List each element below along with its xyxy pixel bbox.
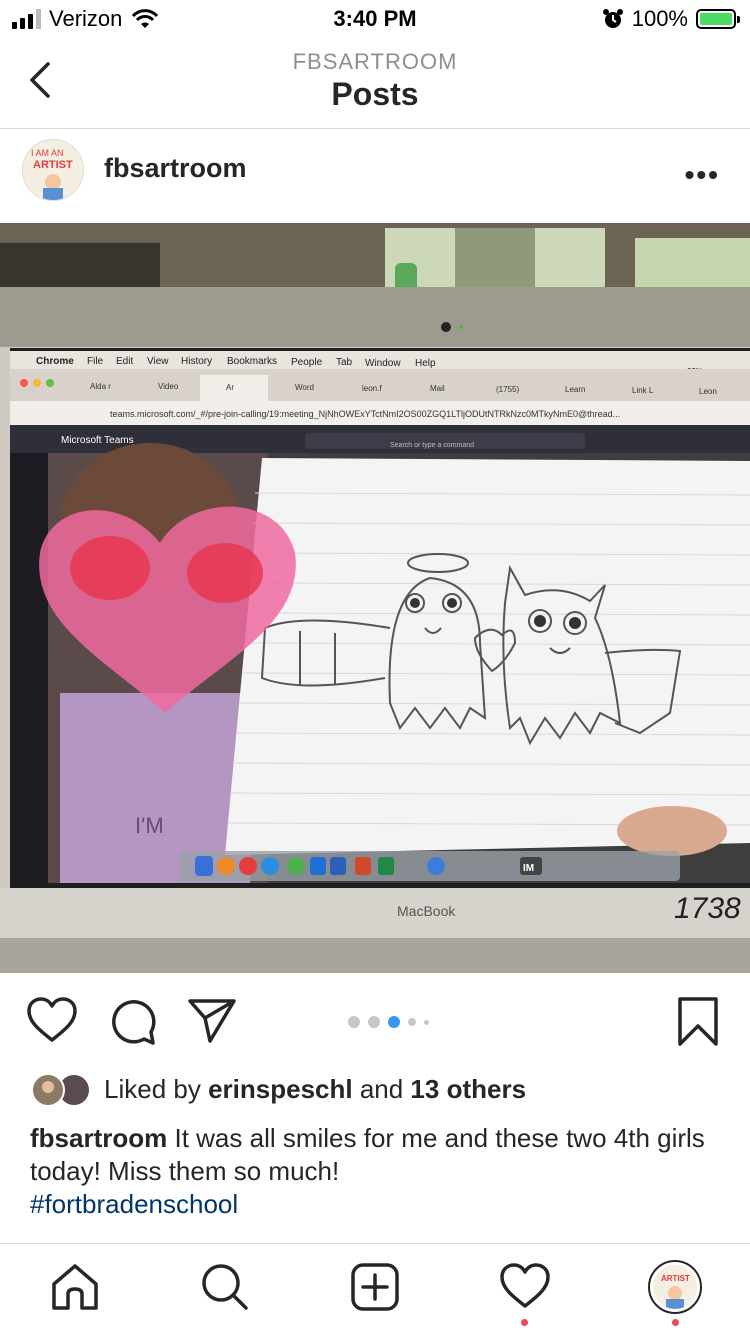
likes-text: Liked by erinspeschl and 13 others: [104, 1074, 527, 1104]
menu-history: History: [181, 356, 212, 367]
more-icon[interactable]: •••: [685, 159, 720, 191]
nav-subtitle: FBSARTROOM: [292, 49, 458, 74]
caption-username[interactable]: fbsartroom: [30, 1123, 167, 1153]
battery-percent: 100%: [631, 6, 688, 31]
tab-label: Alda r: [90, 382, 111, 391]
nav-bar: FBSARTROOM Posts: [0, 40, 750, 129]
status-bar: Verizon 3:40 PM 100%: [0, 0, 750, 40]
svg-text:ARTIST: ARTIST: [33, 159, 73, 171]
svg-text:I'M: I'M: [135, 813, 164, 838]
likes-others[interactable]: 13 others: [410, 1074, 526, 1104]
tab-label: Link L: [632, 386, 654, 395]
tab-label: Word: [295, 383, 314, 392]
liker-avatars[interactable]: [30, 1072, 96, 1108]
menu-edit: Edit: [116, 356, 133, 367]
handwritten-number: 1738: [674, 892, 741, 925]
menu-view: View: [147, 356, 169, 367]
post-actions: [0, 990, 750, 1052]
tab-label: Leon: [699, 387, 717, 396]
likes-row: Liked by erinspeschl and 13 others: [30, 1070, 730, 1110]
tab-label: leon.f: [362, 384, 382, 393]
profile-icon[interactable]: ARTIST: [648, 1260, 702, 1314]
share-icon[interactable]: [186, 996, 238, 1044]
caption-hashtag[interactable]: #fortbradenschool: [30, 1189, 238, 1219]
comment-icon[interactable]: [107, 996, 157, 1046]
svg-text:ARTIST: ARTIST: [661, 1274, 690, 1283]
bookmark-icon[interactable]: [676, 996, 720, 1048]
activity-badge: [521, 1319, 528, 1326]
alarm-icon: [602, 9, 623, 28]
tab-bar: ARTIST: [0, 1243, 750, 1335]
menu-window: Window: [365, 358, 401, 369]
post-photo[interactable]: Chrome File Edit View History Bookmarks …: [0, 223, 750, 973]
menu-help: Help: [415, 358, 436, 369]
teams-title: Microsoft Teams: [61, 435, 134, 446]
svg-text:IM: IM: [523, 863, 534, 874]
activity-icon[interactable]: [499, 1262, 551, 1310]
battery-icon: [696, 9, 740, 29]
menu-chrome: Chrome: [36, 356, 74, 367]
laptop-label: MacBook: [397, 903, 456, 919]
tab-label: (1755): [496, 385, 519, 394]
tab-label: Mail: [430, 384, 445, 393]
menu-bookmarks: Bookmarks: [227, 356, 277, 367]
url-text: teams.microsoft.com/_#/pre-join-calling/…: [110, 409, 620, 419]
page-title: Posts: [331, 76, 419, 112]
menu-file: File: [87, 356, 104, 367]
menu-people: People: [291, 357, 323, 368]
search-icon[interactable]: [200, 1262, 250, 1312]
teams-search: Search or type a command: [390, 442, 474, 449]
tab-label: Video: [158, 382, 179, 391]
add-post-icon[interactable]: [350, 1262, 400, 1312]
carousel-dots: [348, 1016, 429, 1028]
tab-label: Ar: [226, 383, 234, 392]
caption: fbsartroom It was all smiles for me and …: [30, 1122, 720, 1221]
avatar[interactable]: I AM AN ARTIST: [22, 139, 84, 201]
heart-icon[interactable]: [26, 996, 78, 1044]
profile-badge: [672, 1319, 679, 1326]
svg-text:I AM AN: I AM AN: [31, 148, 64, 158]
post-header: I AM AN ARTIST fbsartroom •••: [0, 129, 750, 221]
liker-username[interactable]: erinspeschl: [208, 1074, 353, 1104]
home-icon[interactable]: [50, 1262, 100, 1312]
menu-tab: Tab: [336, 357, 353, 368]
post-username[interactable]: fbsartroom: [104, 153, 247, 184]
tab-label: Learn: [565, 385, 585, 394]
